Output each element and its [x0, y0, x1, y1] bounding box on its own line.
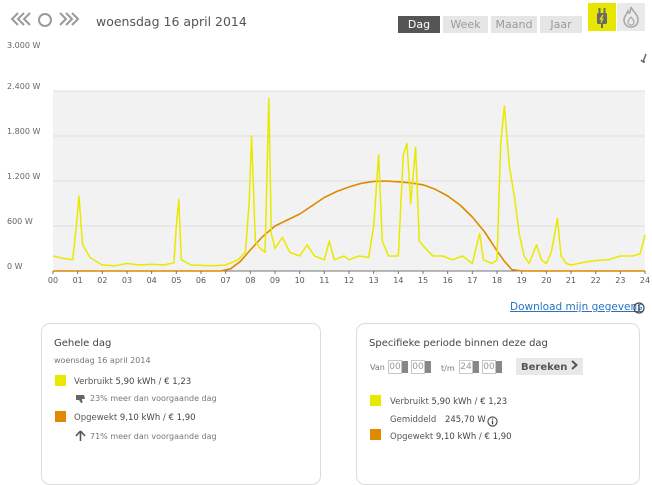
chart-x-tick-label: 05 [171, 276, 181, 285]
period-title: Specifieke periode binnen deze dag [369, 338, 548, 349]
chart-y-tick-label: 600 W [7, 217, 33, 226]
generated-compare: 71% meer dan voorgaande dag [90, 432, 217, 441]
chart-x-tick-label: 06 [196, 276, 206, 285]
chart-y-tick-label: 1.800 W [7, 127, 40, 136]
gas-button[interactable] [617, 3, 645, 31]
usage-label: Verbruikt [74, 377, 113, 387]
chart-x-tick-label: 24 [640, 276, 650, 285]
chart-x-tick-label: 22 [591, 276, 601, 285]
chart-y-tick-label: 2.400 W [7, 82, 40, 91]
chart-x-tick-label: 09 [270, 276, 280, 285]
chart-x-tick-label: 10 [295, 276, 305, 285]
chart-x-tick-label: 19 [517, 276, 527, 285]
usage-label: Verbruikt [390, 397, 429, 407]
generated-value: 9,10 kWh [119, 413, 161, 423]
chart-y-tick-label: 0 W [7, 262, 23, 271]
electricity-button[interactable] [588, 3, 616, 31]
chart-x-tick-label: 15 [418, 276, 428, 285]
chart-x-tick-label: 18 [492, 276, 502, 285]
to-minute-input[interactable]: 00 [482, 360, 496, 374]
whole-day-usage: Verbruikt 5,90 kWh / € 1,23 [74, 377, 191, 387]
generated-label: Opgewekt [74, 413, 118, 423]
from-minute-input[interactable]: 00 [411, 360, 425, 374]
chart-x-tick-label: 07 [221, 276, 231, 285]
from-hour-input[interactable]: 00 [388, 360, 402, 374]
period-generated: Opgewekt 9,10 kWh / € 1,90 [390, 432, 512, 442]
page-title: woensdag 16 april 2014 [96, 14, 247, 29]
chart-y-tick-3000: 3.000 W [7, 41, 41, 50]
previous-day-button[interactable] [10, 12, 34, 30]
chart-x-tick-label: 00 [48, 276, 58, 285]
usage-cost: € 1,23 [480, 397, 508, 407]
from-label: Van [370, 363, 385, 372]
download-data-link[interactable]: Download mijn gegevens [510, 301, 643, 313]
thumbs-down-icon [75, 390, 86, 409]
to-minute-spinner[interactable] [496, 361, 502, 373]
chevron-right-icon [571, 360, 578, 373]
chart-y-tick-label: 1.200 W [7, 172, 40, 181]
calculate-button[interactable]: Bereken [516, 358, 583, 375]
circle-icon [37, 13, 53, 32]
chart-x-tick-label: 17 [467, 276, 477, 285]
info-icon[interactable] [633, 299, 645, 318]
plug-icon [588, 8, 616, 35]
tab-day[interactable]: Dag [398, 16, 440, 33]
chart-x-tick-label: 04 [147, 276, 157, 285]
chart-x-tick-label: 23 [615, 276, 625, 285]
usage-compare: 23% meer dan voorgaande dag [90, 394, 217, 403]
double-chevron-right-icon [56, 11, 80, 31]
chart-x-tick-label: 12 [344, 276, 354, 285]
chart-x-tick-label: 20 [541, 276, 551, 285]
info-icon[interactable] [487, 412, 498, 431]
period-usage: Verbruikt 5,90 kWh / € 1,23 [390, 397, 507, 407]
period-average: Gemiddeld 245,70 W [390, 415, 486, 425]
generated-label: Opgewekt [390, 432, 434, 442]
to-hour-spinner[interactable] [473, 361, 479, 373]
chart-x-tick-label: 01 [73, 276, 83, 285]
generated-swatch [55, 411, 66, 422]
average-value: 245,70 W [444, 415, 486, 425]
chart-x-tick-label: 11 [319, 276, 329, 285]
separator: / [158, 377, 162, 387]
to-hour-input[interactable]: 24 [459, 360, 473, 374]
usage-value: 5,90 kWh [115, 377, 156, 387]
from-minute-spinner[interactable] [425, 361, 431, 373]
tab-week[interactable]: Week [443, 16, 488, 33]
chart-x-tick-label: 21 [566, 276, 576, 285]
from-hour-spinner[interactable] [402, 361, 408, 373]
chart-x-tick-label: 16 [443, 276, 453, 285]
period-generated-swatch [370, 429, 381, 440]
tab-year[interactable]: Jaar [540, 16, 582, 33]
chart-x-tick-label: 14 [393, 276, 403, 285]
usage-cost: € 1,23 [164, 377, 192, 387]
separator: / [478, 432, 482, 442]
average-label: Gemiddeld [390, 415, 437, 425]
usage-swatch [55, 375, 66, 386]
arrow-up-icon [75, 427, 86, 446]
whole-day-generated: Opgewekt 9,10 kWh / € 1,90 [74, 413, 196, 423]
chart-x-tick-label: 03 [122, 276, 132, 285]
today-button[interactable] [37, 12, 53, 32]
chart-x-tick-label: 08 [245, 276, 255, 285]
generated-cost: € 1,90 [484, 432, 512, 442]
tab-month[interactable]: Maand [491, 16, 537, 33]
chart-x-tick-label: 13 [369, 276, 379, 285]
double-chevron-left-icon [10, 11, 34, 31]
separator: / [474, 397, 478, 407]
generated-cost: € 1,90 [168, 413, 196, 423]
next-day-button[interactable] [56, 12, 80, 30]
separator: / [162, 413, 166, 423]
whole-day-date: woensdag 16 april 2014 [54, 356, 151, 365]
flame-icon [617, 3, 645, 35]
whole-day-title: Gehele dag [54, 338, 112, 349]
to-label: t/m [441, 364, 455, 373]
generated-value: 9,10 kWh [435, 432, 477, 442]
usage-value: 5,90 kWh [431, 397, 472, 407]
period-usage-swatch [370, 395, 381, 406]
chart-x-tick-label: 02 [97, 276, 107, 285]
energy-chart: 0 W 600 W 1.200 W 1.800 W 2.400 W 00 01 02 03 04… [7, 82, 650, 285]
calculate-label: Bereken [521, 362, 568, 373]
